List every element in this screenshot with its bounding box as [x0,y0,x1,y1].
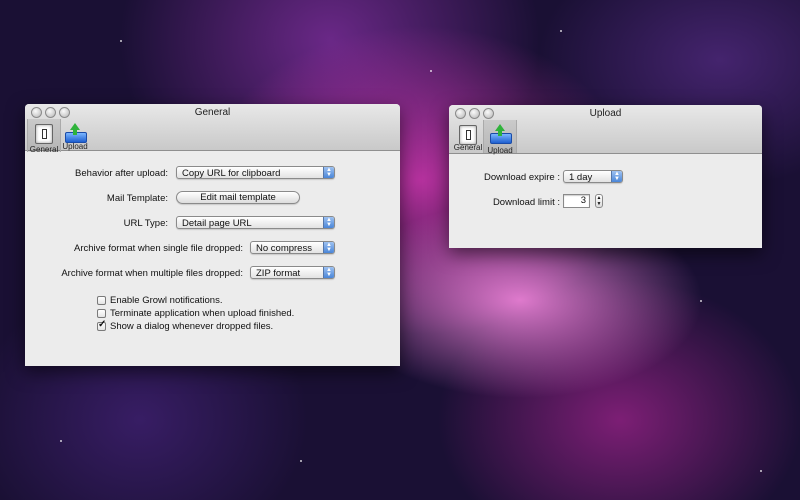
popup-arrows-icon: ▲ ▼ [323,267,334,278]
terminate-checkbox[interactable] [97,309,106,318]
star [300,460,302,462]
url-type-label: URL Type: [123,218,168,229]
toolbar-upload-label: Upload [487,146,513,155]
upload-icon [64,123,87,143]
star [430,70,432,72]
upload-titlebar[interactable]: Upload General Upload [449,105,762,155]
download-expire-popup[interactable]: 1 day ▲ ▼ [563,170,623,183]
url-type-popup[interactable]: Detail page URL ▲ ▼ [176,216,335,229]
toolbar-upload[interactable]: Upload [59,119,91,151]
window-title: General [194,107,231,118]
star [120,40,122,42]
general-window: General General Upload Behavior after up… [25,104,400,366]
upload-window: Upload General Upload Download expire : … [449,105,762,248]
terminate-checkbox-row[interactable]: Terminate application when upload finish… [97,308,294,319]
popup-arrows-icon: ▲ ▼ [323,217,334,228]
star [760,470,762,472]
archive-multiple-popup[interactable]: ZIP format ▲ ▼ [250,266,335,279]
download-limit-label: Download limit : [492,197,560,208]
show-dialog-checkbox[interactable] [97,319,106,331]
popup-arrows-icon: ▲ ▼ [323,242,334,253]
general-titlebar[interactable]: General General Upload [25,104,400,154]
star [60,440,62,442]
behavior-after-upload-value: Copy URL for clipboard [182,168,281,179]
edit-mail-template-button[interactable]: Edit mail template [176,191,300,204]
mail-template-label: Mail Template: [106,193,168,204]
archive-single-value: No compress [256,243,312,254]
download-limit-stepper[interactable]: ▲ ▼ [595,194,603,208]
download-limit-field[interactable]: 3 [563,194,590,208]
behavior-after-upload-label: Behavior after upload: [75,168,168,179]
switch-icon [35,124,53,144]
popup-arrows-icon: ▲ ▼ [323,167,334,178]
show-dialog-checkbox-row[interactable]: Show a dialog whenever dropped files. [97,319,274,332]
star [700,300,702,302]
archive-multiple-value: ZIP format [256,268,301,279]
growl-checkbox-label: Enable Growl notifications. [110,295,223,306]
growl-checkbox[interactable] [97,296,106,305]
archive-single-popup[interactable]: No compress ▲ ▼ [250,241,335,254]
download-expire-value: 1 day [569,172,593,183]
popup-arrows-icon: ▲ ▼ [611,171,622,182]
archive-single-label: Archive format when single file dropped: [74,243,243,254]
toolbar-upload-label: Upload [62,142,88,151]
archive-multiple-label: Archive format when multiple files dropp… [61,268,243,279]
window-title: Upload [589,108,622,119]
switch-icon [459,125,477,145]
url-type-value: Detail page URL [182,218,252,229]
growl-checkbox-row[interactable]: Enable Growl notifications. [97,295,222,306]
upload-icon [489,124,512,144]
show-dialog-checkbox-label: Show a dialog whenever dropped files. [110,321,274,332]
star [560,30,562,32]
download-expire-label: Download expire : [483,172,560,183]
behavior-after-upload-popup[interactable]: Copy URL for clipboard ▲ ▼ [176,166,335,179]
terminate-checkbox-label: Terminate application when upload finish… [110,308,295,319]
toolbar-upload[interactable]: Upload [483,120,517,155]
